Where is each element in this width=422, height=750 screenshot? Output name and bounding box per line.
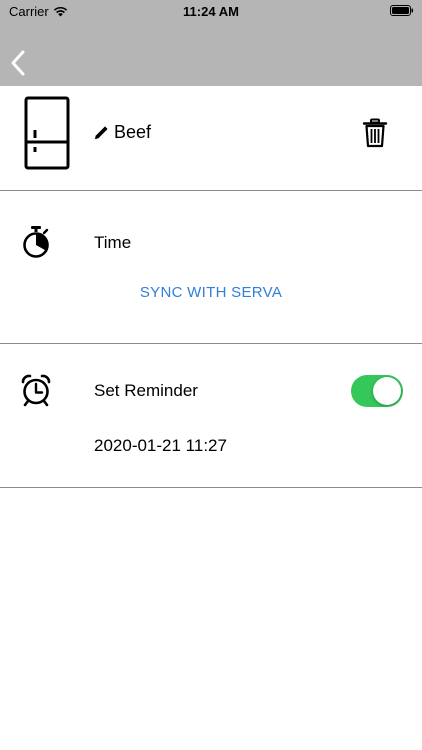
- chevron-left-icon[interactable]: [8, 48, 30, 78]
- item-name: Beef: [114, 122, 152, 142]
- alarm-clock-icon: [21, 374, 51, 407]
- reminder-toggle[interactable]: [351, 375, 403, 407]
- reminder-section: Set Reminder 2020-01-21 11:27: [0, 344, 422, 487]
- status-bar: Carrier 11:24 AM: [0, 0, 422, 22]
- pencil-icon: [95, 126, 108, 139]
- reminder-datetime[interactable]: 2020-01-21 11:27: [94, 436, 227, 456]
- reminder-label: Set Reminder: [94, 381, 198, 400]
- nav-bar: [0, 22, 422, 86]
- time-label: Time: [94, 233, 132, 252]
- trash-icon[interactable]: [362, 118, 388, 148]
- status-time: 11:24 AM: [183, 4, 239, 19]
- divider: [0, 487, 422, 488]
- sync-button[interactable]: SYNC WITH SERVA: [0, 284, 422, 301]
- fridge-icon: [24, 96, 70, 170]
- edit-name-button[interactable]: Beef: [93, 122, 151, 143]
- item-row: Beef: [0, 86, 422, 190]
- stopwatch-icon: [23, 226, 49, 258]
- time-section: Time SYNC WITH SERVA: [0, 191, 422, 343]
- battery-icon: [390, 5, 413, 16]
- toggle-knob: [373, 377, 401, 405]
